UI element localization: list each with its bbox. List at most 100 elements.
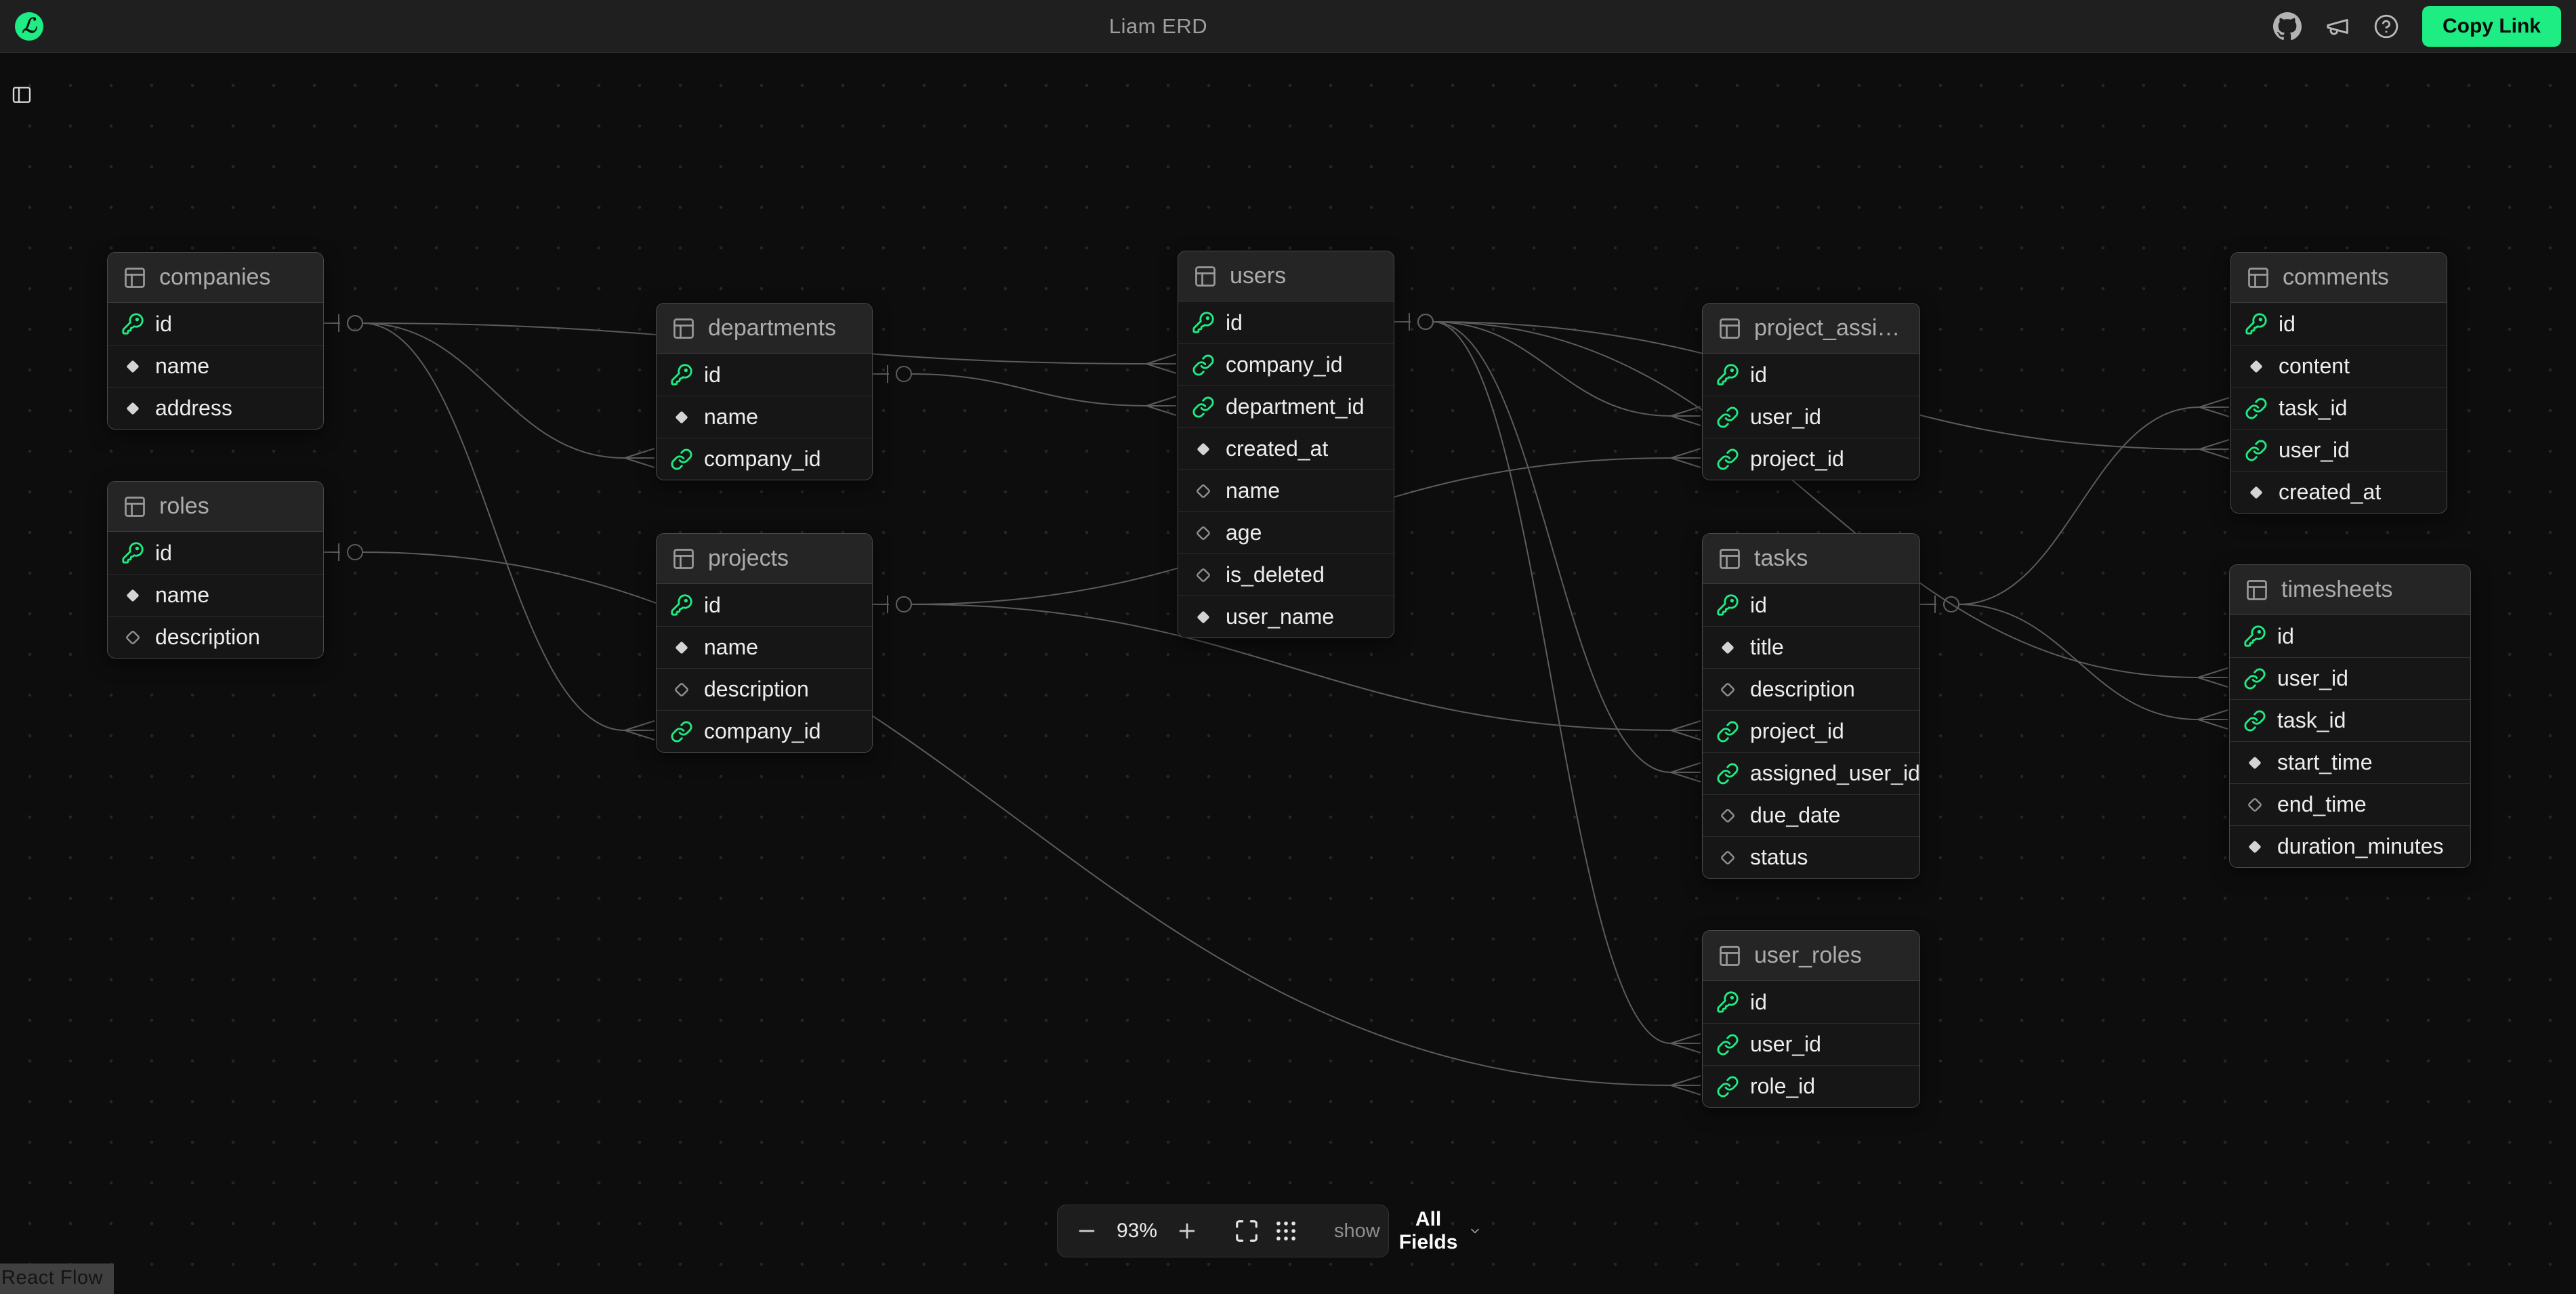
column-row-users-id[interactable]: id: [1178, 301, 1394, 343]
column-row-roles-name[interactable]: name: [108, 574, 323, 616]
fit-view-icon[interactable]: [1234, 1218, 1260, 1244]
github-icon[interactable]: [2273, 12, 2302, 41]
column-name: status: [1750, 845, 1808, 870]
tidy-up-grid-icon[interactable]: [1273, 1218, 1299, 1244]
react-flow-attribution[interactable]: React Flow: [0, 1264, 114, 1294]
column-row-timesheets-id[interactable]: id: [2230, 615, 2470, 657]
table-header-roles[interactable]: roles: [108, 482, 323, 532]
relationship-edge-companies-departments: [324, 314, 655, 467]
column-row-departments-name[interactable]: name: [657, 396, 872, 438]
relationship-edge-users-tasks: [1394, 313, 1701, 782]
column-row-tasks-project_id[interactable]: project_id: [1703, 710, 1919, 752]
column-row-timesheets-duration_minutes[interactable]: duration_minutes: [2230, 825, 2470, 867]
table-users[interactable]: usersidcompany_iddepartment_idcreated_at…: [1178, 251, 1394, 638]
table-departments[interactable]: departments id namecompany_id: [656, 303, 873, 480]
table-comments[interactable]: commentsidcontenttask_id user_id created_a…: [2230, 252, 2447, 514]
link-icon: [2245, 397, 2268, 420]
column-row-users-created_at[interactable]: created_at: [1178, 427, 1394, 469]
chevron-down-icon: [1468, 1222, 1482, 1240]
table-header-user_roles[interactable]: user_roles: [1703, 931, 1919, 981]
column-row-comments-task_id[interactable]: task_id: [2231, 387, 2447, 429]
table-tasks[interactable]: tasks idtitledescriptionproject_idassigne…: [1702, 533, 1920, 879]
column-row-companies-id[interactable]: id: [108, 303, 323, 345]
table-header-project_assignme[interactable]: project_assignme...: [1703, 304, 1919, 354]
zoom-in-button[interactable]: [1176, 1219, 1199, 1243]
megaphone-icon[interactable]: [2325, 14, 2350, 39]
copy-link-button[interactable]: Copy Link: [2422, 6, 2561, 47]
column-row-tasks-status[interactable]: status: [1703, 836, 1919, 878]
table-header-users[interactable]: users: [1178, 251, 1394, 301]
table-header-companies[interactable]: companies: [108, 253, 323, 303]
link-icon: [1716, 1033, 1739, 1056]
column-row-timesheets-task_id[interactable]: task_id: [2230, 699, 2470, 741]
table-roles[interactable]: rolesidnamedescription: [107, 481, 324, 659]
link-icon: [2245, 439, 2268, 462]
diamond-outline-icon: [670, 678, 693, 701]
table-project_assignme[interactable]: project_assignme...iduser_idproject_id: [1702, 303, 1920, 480]
column-row-project_assignme-project_id[interactable]: project_id: [1703, 438, 1919, 480]
erd-canvas[interactable]: companiesidnameaddressrolesidnamedescrip…: [0, 53, 2576, 1294]
fields-filter-select[interactable]: All Fields: [1394, 1204, 1485, 1258]
table-projects[interactable]: projects idnamedescriptioncompany_id: [656, 533, 873, 753]
table-header-departments[interactable]: departments: [657, 304, 872, 354]
column-row-comments-content[interactable]: content: [2231, 345, 2447, 387]
column-row-projects-company_id[interactable]: company_id: [657, 710, 872, 752]
column-row-companies-name[interactable]: name: [108, 345, 323, 387]
liam-logo[interactable]: ℒ: [15, 12, 43, 41]
column-name: id: [704, 362, 721, 388]
table-header-timesheets[interactable]: timesheets: [2230, 565, 2470, 615]
link-icon: [1716, 406, 1739, 429]
zoom-out-button[interactable]: [1075, 1219, 1098, 1243]
column-row-timesheets-user_id[interactable]: user_id: [2230, 657, 2470, 699]
sidebar-toggle-button[interactable]: [8, 81, 35, 110]
column-row-tasks-id[interactable]: id: [1703, 584, 1919, 626]
column-row-departments-company_id[interactable]: company_id: [657, 438, 872, 480]
header-actions: Copy Link: [2273, 6, 2561, 47]
key-icon: [670, 593, 693, 617]
column-row-user_roles-user_id[interactable]: user_id: [1703, 1023, 1919, 1065]
table-companies[interactable]: companiesidnameaddress: [107, 252, 324, 430]
link-icon: [670, 720, 693, 743]
column-row-users-name[interactable]: name: [1178, 469, 1394, 512]
column-row-project_assignme-user_id[interactable]: user_id: [1703, 396, 1919, 438]
relationship-edge-companies-projects: [324, 314, 655, 740]
column-row-timesheets-start_time[interactable]: start_time: [2230, 741, 2470, 783]
column-row-users-company_id[interactable]: company_id: [1178, 343, 1394, 385]
table-icon: [1718, 547, 1742, 571]
diamond-icon: [2243, 751, 2266, 774]
column-row-projects-description[interactable]: description: [657, 668, 872, 710]
column-row-tasks-title[interactable]: title: [1703, 626, 1919, 668]
column-row-timesheets-end_time[interactable]: end_time: [2230, 783, 2470, 825]
column-row-users-is_deleted[interactable]: is_deleted: [1178, 554, 1394, 596]
column-row-tasks-assigned_user_id[interactable]: assigned_user_id: [1703, 752, 1919, 794]
column-name: user_id: [2279, 438, 2350, 463]
column-row-roles-description[interactable]: description: [108, 616, 323, 658]
column-row-users-user_name[interactable]: user_name: [1178, 596, 1394, 638]
table-header-tasks[interactable]: tasks: [1703, 534, 1919, 584]
link-icon: [1716, 762, 1739, 785]
table-header-projects[interactable]: projects: [657, 534, 872, 584]
column-row-user_roles-role_id[interactable]: role_id: [1703, 1065, 1919, 1107]
table-name: projects: [708, 545, 789, 572]
column-row-roles-id[interactable]: id: [108, 532, 323, 574]
column-row-comments-user_id[interactable]: user_id: [2231, 429, 2447, 471]
table-timesheets[interactable]: timesheetsiduser_idtask_idstart_timeend_…: [2229, 564, 2471, 868]
column-row-tasks-description[interactable]: description: [1703, 668, 1919, 710]
column-row-user_roles-id[interactable]: id: [1703, 981, 1919, 1023]
column-row-departments-id[interactable]: id: [657, 354, 872, 396]
help-icon[interactable]: [2373, 14, 2399, 39]
table-user_roles[interactable]: user_rolesiduser_idrole_id: [1702, 930, 1920, 1108]
column-row-users-department_id[interactable]: department_id: [1178, 385, 1394, 427]
column-row-tasks-due_date[interactable]: due_date: [1703, 794, 1919, 836]
key-icon: [670, 363, 693, 386]
column-row-comments-id[interactable]: id: [2231, 303, 2447, 345]
column-row-users-age[interactable]: age: [1178, 512, 1394, 554]
table-name: tasks: [1754, 545, 1808, 572]
column-row-projects-id[interactable]: id: [657, 584, 872, 626]
column-row-comments-created_at[interactable]: created_at: [2231, 471, 2447, 513]
column-row-project_assignme-id[interactable]: id: [1703, 354, 1919, 396]
table-header-comments[interactable]: comments: [2231, 253, 2447, 303]
diamond-outline-icon: [1716, 804, 1739, 827]
column-row-projects-name[interactable]: name: [657, 626, 872, 668]
column-row-companies-address[interactable]: address: [108, 387, 323, 429]
